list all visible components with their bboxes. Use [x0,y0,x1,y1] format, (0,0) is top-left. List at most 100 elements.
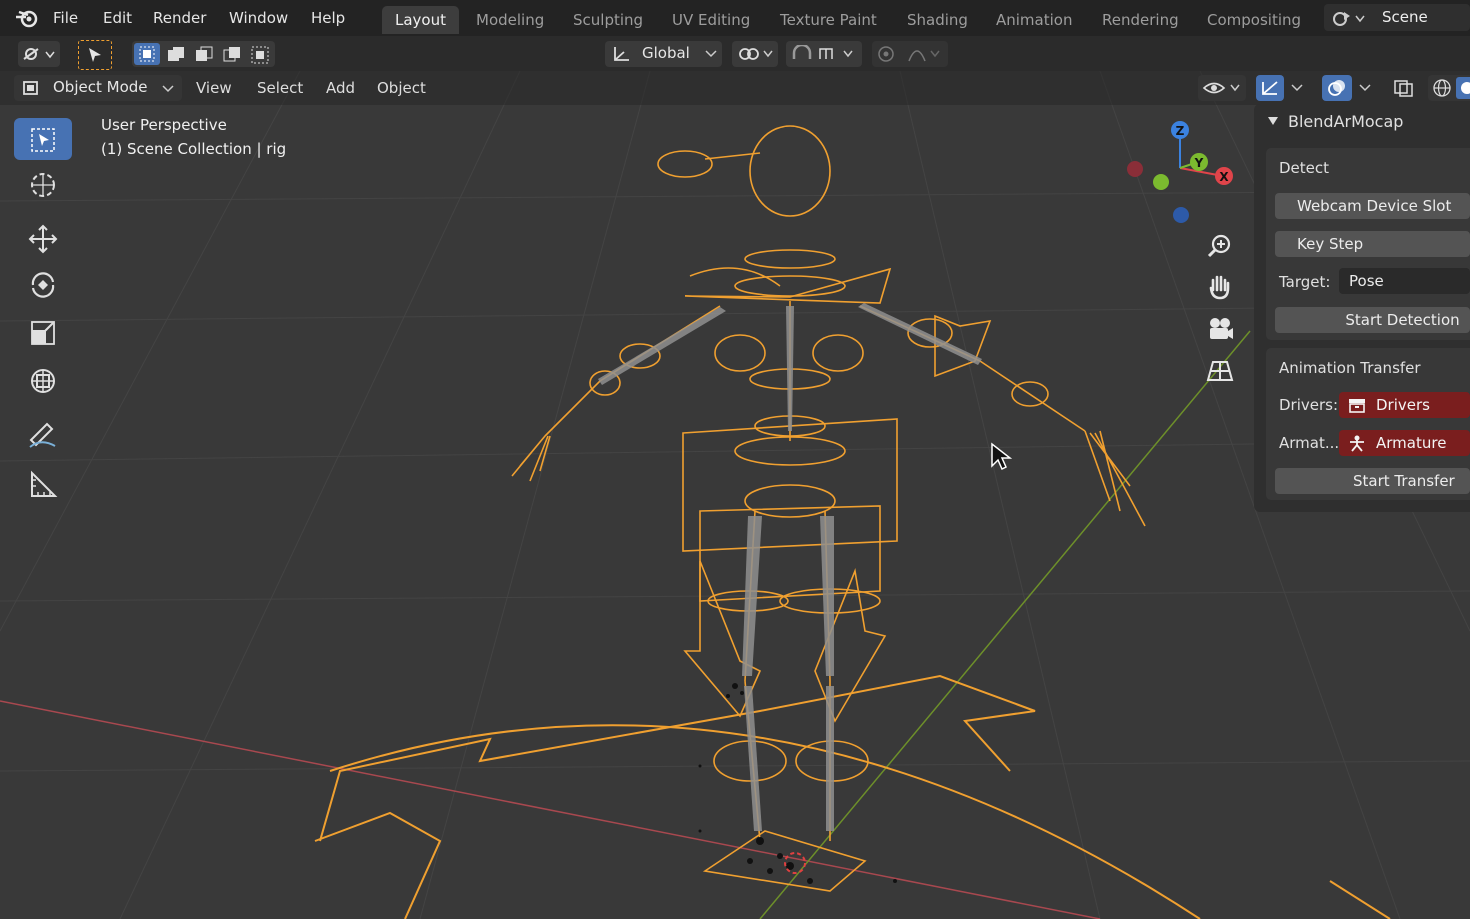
key-step-field[interactable]: Key Step [1275,231,1470,257]
solid-shading-icon [1461,82,1470,94]
tab-layout[interactable]: Layout [382,6,459,34]
annotate-tool[interactable] [14,414,72,456]
viewport-scene [0,71,1470,919]
snapping-group[interactable] [786,41,862,67]
drivers-field[interactable]: Drivers [1339,392,1470,418]
transform-orientation-dropdown[interactable]: Global [605,41,722,67]
detect-heading: Detect [1279,159,1330,177]
tab-compositing[interactable]: Compositing [1194,6,1314,34]
transform-icon [31,369,55,393]
cursor-arrow-icon [89,48,101,62]
tab-shading[interactable]: Shading [894,6,981,34]
menu-render[interactable]: Render [153,0,206,36]
hand-icon [1209,275,1230,300]
axis-gizmo: Z Y X [1127,121,1233,223]
camera-view-button[interactable] [1203,312,1237,346]
start-transfer-label: Start Transfer [1353,472,1455,490]
start-detection-button[interactable]: Start Detection [1275,307,1470,333]
pivot-point-dropdown[interactable] [732,41,778,67]
detect-subpanel: Detect Webcam Device Slot Key Step Targe… [1266,148,1470,340]
editor-type-button[interactable] [18,41,60,67]
x-axis-line [0,700,1101,919]
gizmo-x-label: X [1219,170,1229,184]
tab-animation[interactable]: Animation [983,6,1085,34]
animation-transfer-subpanel: Animation Transfer Drivers: Drivers Arma… [1266,348,1470,500]
menu-add[interactable]: Add [326,78,355,98]
wireframe-shading-icon [1433,79,1451,97]
collection-box-icon [1349,399,1365,413]
webcam-slot-button[interactable]: Webcam Device Slot [1275,193,1470,219]
rotate-icon [31,272,55,298]
select-intersect-icon[interactable] [251,46,269,64]
sidebar-panel: BlendArMocap Detect Webcam Device Slot K… [1254,104,1470,512]
scale-tool[interactable] [14,312,72,354]
menu-select[interactable]: Select [257,78,303,98]
select-tool-indicator[interactable] [78,40,112,70]
menu-file[interactable]: File [53,0,78,36]
menu-edit[interactable]: Edit [103,0,132,36]
tab-sculpting[interactable]: Sculpting [560,6,656,34]
select-subtract-icon[interactable] [195,46,213,64]
measure-tool[interactable] [14,464,72,506]
overlays-toggle-button[interactable] [1322,75,1352,101]
tab-texture-paint[interactable]: Texture Paint [767,6,890,34]
blendarmocap-panel-header[interactable]: BlendArMocap [1254,104,1470,140]
start-transfer-button[interactable]: Start Transfer [1275,468,1470,494]
measure-ruler-icon [31,470,58,497]
rotate-tool[interactable] [14,264,72,306]
tab-rendering[interactable]: Rendering [1089,6,1192,34]
proportional-editing-group[interactable] [872,41,948,67]
armature-field[interactable]: Armature [1339,430,1470,456]
menu-view[interactable]: View [196,78,232,98]
drivers-label: Drivers: [1279,396,1339,414]
navigation-gizmo[interactable]: Z Y X [1120,116,1244,228]
magnet-icon [792,45,812,59]
viewport-collection-label: (1) Scene Collection | rig [101,140,287,158]
select-extend-icon[interactable] [167,46,185,64]
panel-title: BlendArMocap [1288,112,1404,131]
armature-label: Armat... [1279,434,1340,452]
visibility-dropdown[interactable] [1198,75,1246,101]
menu-help[interactable]: Help [311,0,345,36]
chevron-down-icon [162,85,174,93]
select-invert-icon[interactable] [223,46,241,64]
3d-viewport[interactable] [0,71,1470,919]
cursor-tool[interactable] [14,164,72,206]
tool-settings-header: Global [0,36,1470,71]
chevron-down-icon[interactable] [1359,84,1371,92]
move-tool[interactable] [14,218,72,260]
collapse-triangle-icon [1268,117,1278,125]
chevron-down-icon[interactable] [1291,84,1303,92]
gizmo-z-label: Z [1176,124,1185,138]
blender-logo-icon[interactable] [14,7,40,29]
mode-label: Object Mode [53,78,148,96]
menu-window[interactable]: Window [229,0,288,36]
mode-selector[interactable]: Object Mode [14,75,182,101]
menu-object[interactable]: Object [377,78,426,98]
transform-tool[interactable] [14,360,72,402]
perspective-toggle-button[interactable] [1203,354,1237,388]
tab-uv-editing[interactable]: UV Editing [659,6,763,34]
orientation-axes-icon [614,47,629,61]
webcam-slot-label: Webcam Device Slot [1297,197,1452,215]
target-label: Target: [1279,273,1331,291]
grid-perspective-icon [1206,361,1234,381]
xray-toggle-icon[interactable] [1392,78,1416,98]
tab-modeling[interactable]: Modeling [463,6,557,34]
solid-shading-button[interactable] [1456,77,1470,99]
snap-increment-icon [819,48,853,59]
chevron-down-icon [705,50,717,58]
scene-selector[interactable]: Scene [1324,4,1470,31]
zoom-button[interactable] [1203,229,1237,263]
gizmo-toggle-button[interactable] [1256,75,1284,101]
mouse-pointer-icon [991,442,1012,471]
select-box-tool[interactable] [14,118,72,160]
proportional-edit-icon [878,46,894,62]
pan-button[interactable] [1203,270,1237,304]
select-new-button[interactable] [134,43,160,65]
scene-icon [1333,12,1365,26]
target-dropdown[interactable]: Pose [1339,268,1470,294]
shading-mode-group[interactable] [1428,75,1470,101]
top-menubar: File Edit Render Window Help Layout Mode… [0,0,1470,36]
scene-name: Scene [1382,8,1428,26]
